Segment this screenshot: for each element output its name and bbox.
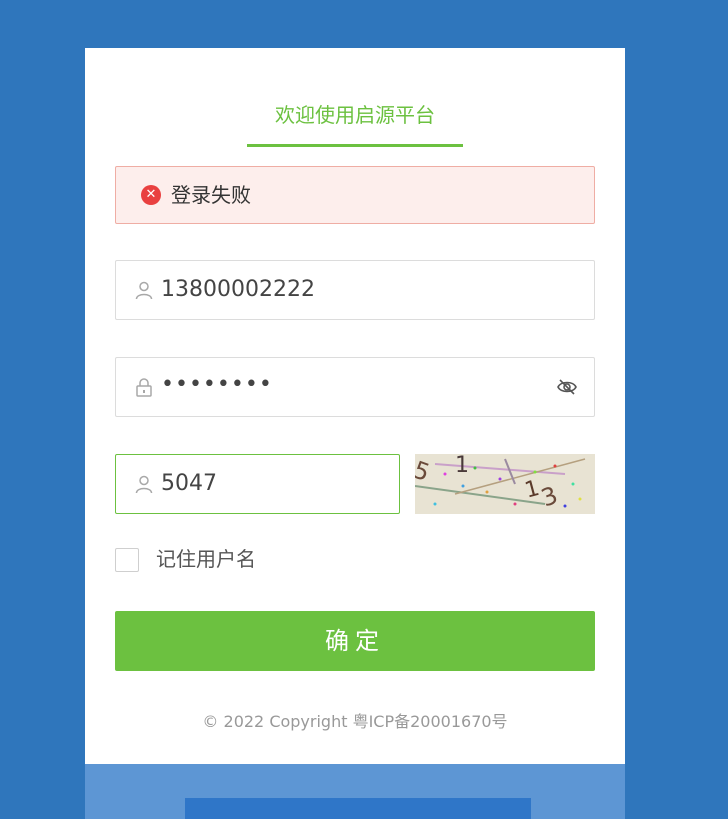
close-circle-icon: ✕ — [141, 185, 161, 205]
captcha-noise: 5 1 1 3 — [415, 454, 586, 513]
page-title: 欢迎使用启源平台 — [275, 103, 435, 127]
copyright-text: © 2022 Copyright 粤ICP备20001670号 — [202, 712, 508, 731]
phone-value: 13800002222 — [161, 277, 315, 302]
background-panel-inner — [185, 798, 531, 819]
user-icon — [135, 475, 153, 494]
error-alert: ✕ 登录失败 — [115, 166, 595, 224]
login-card: 欢迎使用启源平台 ✕ 登录失败 13800002222 •••••••• 504… — [85, 48, 625, 764]
remember-checkbox[interactable] — [115, 548, 139, 572]
svg-text:5: 5 — [415, 456, 433, 488]
captcha-field[interactable]: 5047 — [115, 454, 400, 514]
captcha-image[interactable]: 5 1 1 3 — [415, 454, 595, 514]
eye-off-icon[interactable] — [556, 376, 578, 398]
password-field[interactable]: •••••••• — [115, 357, 595, 417]
svg-text:3: 3 — [537, 481, 561, 513]
remember-label: 记住用户名 — [156, 547, 256, 571]
password-value: •••••••• — [161, 372, 273, 397]
submit-button[interactable]: 确定 — [115, 611, 595, 671]
lock-icon — [136, 378, 152, 397]
alert-message: 登录失败 — [171, 183, 251, 207]
background-panel — [85, 764, 625, 819]
captcha-value: 5047 — [161, 471, 217, 496]
user-icon — [135, 281, 153, 300]
title-tab: 欢迎使用启源平台 — [247, 96, 463, 147]
svg-text:1: 1 — [455, 454, 469, 478]
phone-field[interactable]: 13800002222 — [115, 260, 595, 320]
